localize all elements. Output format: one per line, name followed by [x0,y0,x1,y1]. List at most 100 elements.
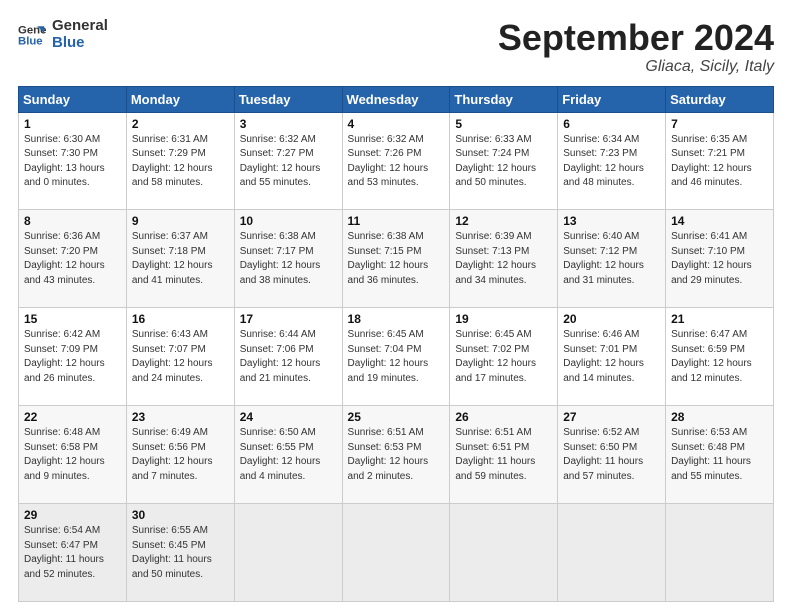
calendar-cell: 9 Sunrise: 6:37 AMSunset: 7:18 PMDaylight… [126,210,234,308]
cell-content: Sunrise: 6:36 AMSunset: 7:20 PMDaylight:… [24,230,121,288]
calendar-cell: 14Sunrise: 6:41 AMSunset: 7:10 PMDayligh… [666,210,774,308]
cell-content: Sunrise: 6:31 AMSunset: 7:29 PMDaylight:… [132,133,229,191]
calendar-cell [450,504,558,602]
logo-icon: General Blue [18,21,46,49]
cell-content: Sunrise: 6:51 AMSunset: 6:51 PMDaylight:… [455,426,552,484]
cell-content: Sunrise: 6:46 AMSunset: 7:01 PMDaylight:… [563,328,660,386]
cell-content: Sunrise: 6:53 AMSunset: 6:48 PMDaylight:… [671,426,768,484]
day-number: 10 [240,214,337,228]
cell-content: Sunrise: 6:55 AMSunset: 6:45 PMDaylight:… [132,524,229,582]
calendar-cell: 6 Sunrise: 6:34 AMSunset: 7:23 PMDaylight… [558,112,666,210]
cell-content: Sunrise: 6:45 AMSunset: 7:04 PMDaylight:… [348,328,445,386]
day-number: 3 [240,117,337,131]
calendar-cell: 19 Sunrise: 6:45 AMSunset: 7:02 PMDayligh… [450,308,558,406]
cell-content: Sunrise: 6:50 AMSunset: 6:55 PMDaylight:… [240,426,337,484]
cell-content: Sunrise: 6:37 AMSunset: 7:18 PMDaylight:… [132,230,229,288]
cell-content: Sunrise: 6:33 AMSunset: 7:24 PMDaylight:… [455,133,552,191]
calendar-cell: 1 Sunrise: 6:30 AMSunset: 7:30 PMDaylight… [19,112,127,210]
day-number: 27 [563,410,660,424]
cell-content: Sunrise: 6:48 AMSunset: 6:58 PMDaylight:… [24,426,121,484]
day-number: 8 [24,214,121,228]
day-number: 23 [132,410,229,424]
day-number: 18 [348,312,445,326]
calendar-cell: 16 Sunrise: 6:43 AMSunset: 7:07 PMDayligh… [126,308,234,406]
cell-content: Sunrise: 6:42 AMSunset: 7:09 PMDaylight:… [24,328,121,386]
calendar-cell: 11Sunrise: 6:38 AMSunset: 7:15 PMDayligh… [342,210,450,308]
svg-text:Blue: Blue [18,35,43,47]
col-header-monday: Monday [126,86,234,112]
cell-content: Sunrise: 6:30 AMSunset: 7:30 PMDaylight:… [24,133,121,191]
day-number: 14 [671,214,768,228]
calendar-cell [666,504,774,602]
calendar-cell [558,504,666,602]
day-number: 9 [132,214,229,228]
calendar-cell: 24 Sunrise: 6:50 AMSunset: 6:55 PMDayligh… [234,406,342,504]
calendar-table: SundayMondayTuesdayWednesdayThursdayFrid… [18,86,774,602]
cell-content: Sunrise: 6:45 AMSunset: 7:02 PMDaylight:… [455,328,552,386]
cell-content: Sunrise: 6:44 AMSunset: 7:06 PMDaylight:… [240,328,337,386]
cell-content: Sunrise: 6:39 AMSunset: 7:13 PMDaylight:… [455,230,552,288]
calendar-cell: 30 Sunrise: 6:55 AMSunset: 6:45 PMDayligh… [126,504,234,602]
calendar-cell: 28Sunrise: 6:53 AMSunset: 6:48 PMDayligh… [666,406,774,504]
calendar-cell: 18 Sunrise: 6:45 AMSunset: 7:04 PMDayligh… [342,308,450,406]
cell-content: Sunrise: 6:43 AMSunset: 7:07 PMDaylight:… [132,328,229,386]
header: General Blue General Blue September 2024… [18,18,774,76]
day-number: 4 [348,117,445,131]
logo-line2: Blue [52,35,108,52]
day-number: 29 [24,508,121,522]
cell-content: Sunrise: 6:34 AMSunset: 7:23 PMDaylight:… [563,133,660,191]
calendar-cell: 27Sunrise: 6:52 AMSunset: 6:50 PMDayligh… [558,406,666,504]
col-header-friday: Friday [558,86,666,112]
day-number: 26 [455,410,552,424]
cell-content: Sunrise: 6:40 AMSunset: 7:12 PMDaylight:… [563,230,660,288]
calendar-cell: 15 Sunrise: 6:42 AMSunset: 7:09 PMDayligh… [19,308,127,406]
logo-line1: General [52,18,108,35]
month-title: September 2024 [498,18,774,58]
day-number: 11 [348,214,445,228]
cell-content: Sunrise: 6:32 AMSunset: 7:26 PMDaylight:… [348,133,445,191]
day-number: 15 [24,312,121,326]
location: Gliaca, Sicily, Italy [498,58,774,76]
day-number: 25 [348,410,445,424]
calendar-cell: 20 Sunrise: 6:46 AMSunset: 7:01 PMDayligh… [558,308,666,406]
cell-content: Sunrise: 6:49 AMSunset: 6:56 PMDaylight:… [132,426,229,484]
calendar-cell: 3Sunrise: 6:32 AMSunset: 7:27 PMDaylight… [234,112,342,210]
day-number: 19 [455,312,552,326]
day-number: 13 [563,214,660,228]
day-number: 6 [563,117,660,131]
day-number: 22 [24,410,121,424]
title-block: September 2024 Gliaca, Sicily, Italy [498,18,774,76]
calendar-cell: 10 Sunrise: 6:38 AMSunset: 7:17 PMDayligh… [234,210,342,308]
day-number: 20 [563,312,660,326]
col-header-thursday: Thursday [450,86,558,112]
day-number: 5 [455,117,552,131]
calendar-cell [234,504,342,602]
day-number: 16 [132,312,229,326]
page: General Blue General Blue September 2024… [0,0,792,612]
day-number: 30 [132,508,229,522]
calendar-cell: 12 Sunrise: 6:39 AMSunset: 7:13 PMDayligh… [450,210,558,308]
day-number: 24 [240,410,337,424]
calendar-cell: 13 Sunrise: 6:40 AMSunset: 7:12 PMDayligh… [558,210,666,308]
logo: General Blue General Blue [18,18,108,51]
calendar-cell: 5 Sunrise: 6:33 AMSunset: 7:24 PMDaylight… [450,112,558,210]
cell-content: Sunrise: 6:51 AMSunset: 6:53 PMDaylight:… [348,426,445,484]
calendar-cell: 8 Sunrise: 6:36 AMSunset: 7:20 PMDaylight… [19,210,127,308]
day-number: 21 [671,312,768,326]
cell-content: Sunrise: 6:38 AMSunset: 7:17 PMDaylight:… [240,230,337,288]
cell-content: Sunrise: 6:54 AMSunset: 6:47 PMDaylight:… [24,524,121,582]
day-number: 12 [455,214,552,228]
calendar-cell: 23 Sunrise: 6:49 AMSunset: 6:56 PMDayligh… [126,406,234,504]
day-number: 7 [671,117,768,131]
calendar-cell [342,504,450,602]
day-number: 2 [132,117,229,131]
cell-content: Sunrise: 6:47 AMSunset: 6:59 PMDaylight:… [671,328,768,386]
calendar-cell: 26 Sunrise: 6:51 AMSunset: 6:51 PMDayligh… [450,406,558,504]
calendar-cell: 29 Sunrise: 6:54 AMSunset: 6:47 PMDayligh… [19,504,127,602]
calendar-cell: 21 Sunrise: 6:47 AMSunset: 6:59 PMDayligh… [666,308,774,406]
calendar-cell: 2 Sunrise: 6:31 AMSunset: 7:29 PMDaylight… [126,112,234,210]
calendar-cell: 4 Sunrise: 6:32 AMSunset: 7:26 PMDaylight… [342,112,450,210]
calendar-cell: 22 Sunrise: 6:48 AMSunset: 6:58 PMDayligh… [19,406,127,504]
calendar-cell: 25 Sunrise: 6:51 AMSunset: 6:53 PMDayligh… [342,406,450,504]
day-number: 1 [24,117,121,131]
